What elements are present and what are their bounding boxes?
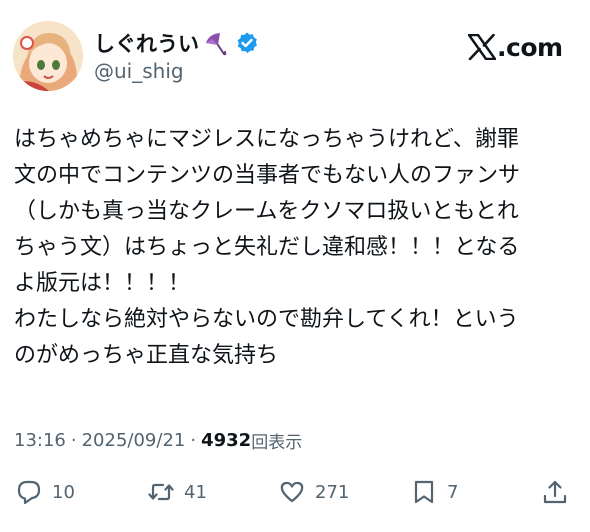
like-icon (280, 481, 304, 503)
tweet-text-line: のがめっちゃ正直な気持ち (14, 343, 279, 368)
author-display-name[interactable]: しぐれうい (94, 28, 199, 58)
reply-count: 10 (52, 481, 75, 503)
like-button[interactable]: 271 (279, 474, 349, 510)
like-count: 271 (315, 481, 350, 503)
tweet-text-line: （しかも真っ当なクレームをクソマロ扱いともとれ (14, 199, 519, 224)
repost-count: 41 (184, 481, 207, 503)
meta-separator: · (70, 429, 77, 451)
tweet-meta: 13:16 · 2025/09/21 · 4932 回表示 (14, 427, 302, 453)
tweet-text-line: はちゃめちゃにマジレスになっちゃうけれど、謝罪 (14, 127, 519, 152)
share-icon (543, 480, 567, 504)
repost-button[interactable]: 41 (148, 474, 207, 510)
meta-separator: · (190, 429, 197, 451)
bookmark-icon (414, 480, 434, 504)
author-name-row[interactable]: しぐれうい (94, 28, 259, 58)
tweet-text-line: わたしなら絶対やらないので勘弁してくれ！という (14, 307, 519, 332)
verified-badge-icon (235, 31, 259, 55)
tweet-date[interactable]: 2025/09/21 (82, 430, 186, 451)
x-logo-icon (468, 34, 496, 60)
repost-icon (148, 483, 174, 501)
tweet-text-line: よ版元は！！！！ (14, 271, 191, 296)
bookmark-count: 7 (447, 481, 459, 503)
tweet-text: はちゃめちゃにマジレスになっちゃうけれど、謝罪 文の中でコンテンツの当事者でもな… (14, 122, 580, 374)
author-handle[interactable]: @ui_shig (94, 59, 184, 83)
tweet-text-line: 文の中でコンテンツの当事者でもない人のファンサ (14, 163, 521, 188)
bookmark-button[interactable]: 7 (411, 474, 458, 510)
action-bar: 10 41 271 7 (0, 474, 590, 510)
umbrella-icon (203, 30, 227, 56)
avatar-image (13, 21, 83, 91)
views-label: 回表示 (251, 432, 303, 453)
share-button[interactable] (542, 474, 568, 510)
reply-button[interactable]: 10 (16, 474, 75, 510)
x-com-logo[interactable]: .com (468, 30, 563, 64)
reply-icon (17, 480, 41, 505)
tweet-text-line: ちゃう文）はちょっと失礼だし違和感！！！となる (14, 235, 520, 260)
x-com-suffix: .com (497, 32, 563, 62)
views-count: 4932 (201, 429, 252, 451)
avatar[interactable] (13, 21, 83, 91)
tweet-time[interactable]: 13:16 (14, 430, 66, 451)
